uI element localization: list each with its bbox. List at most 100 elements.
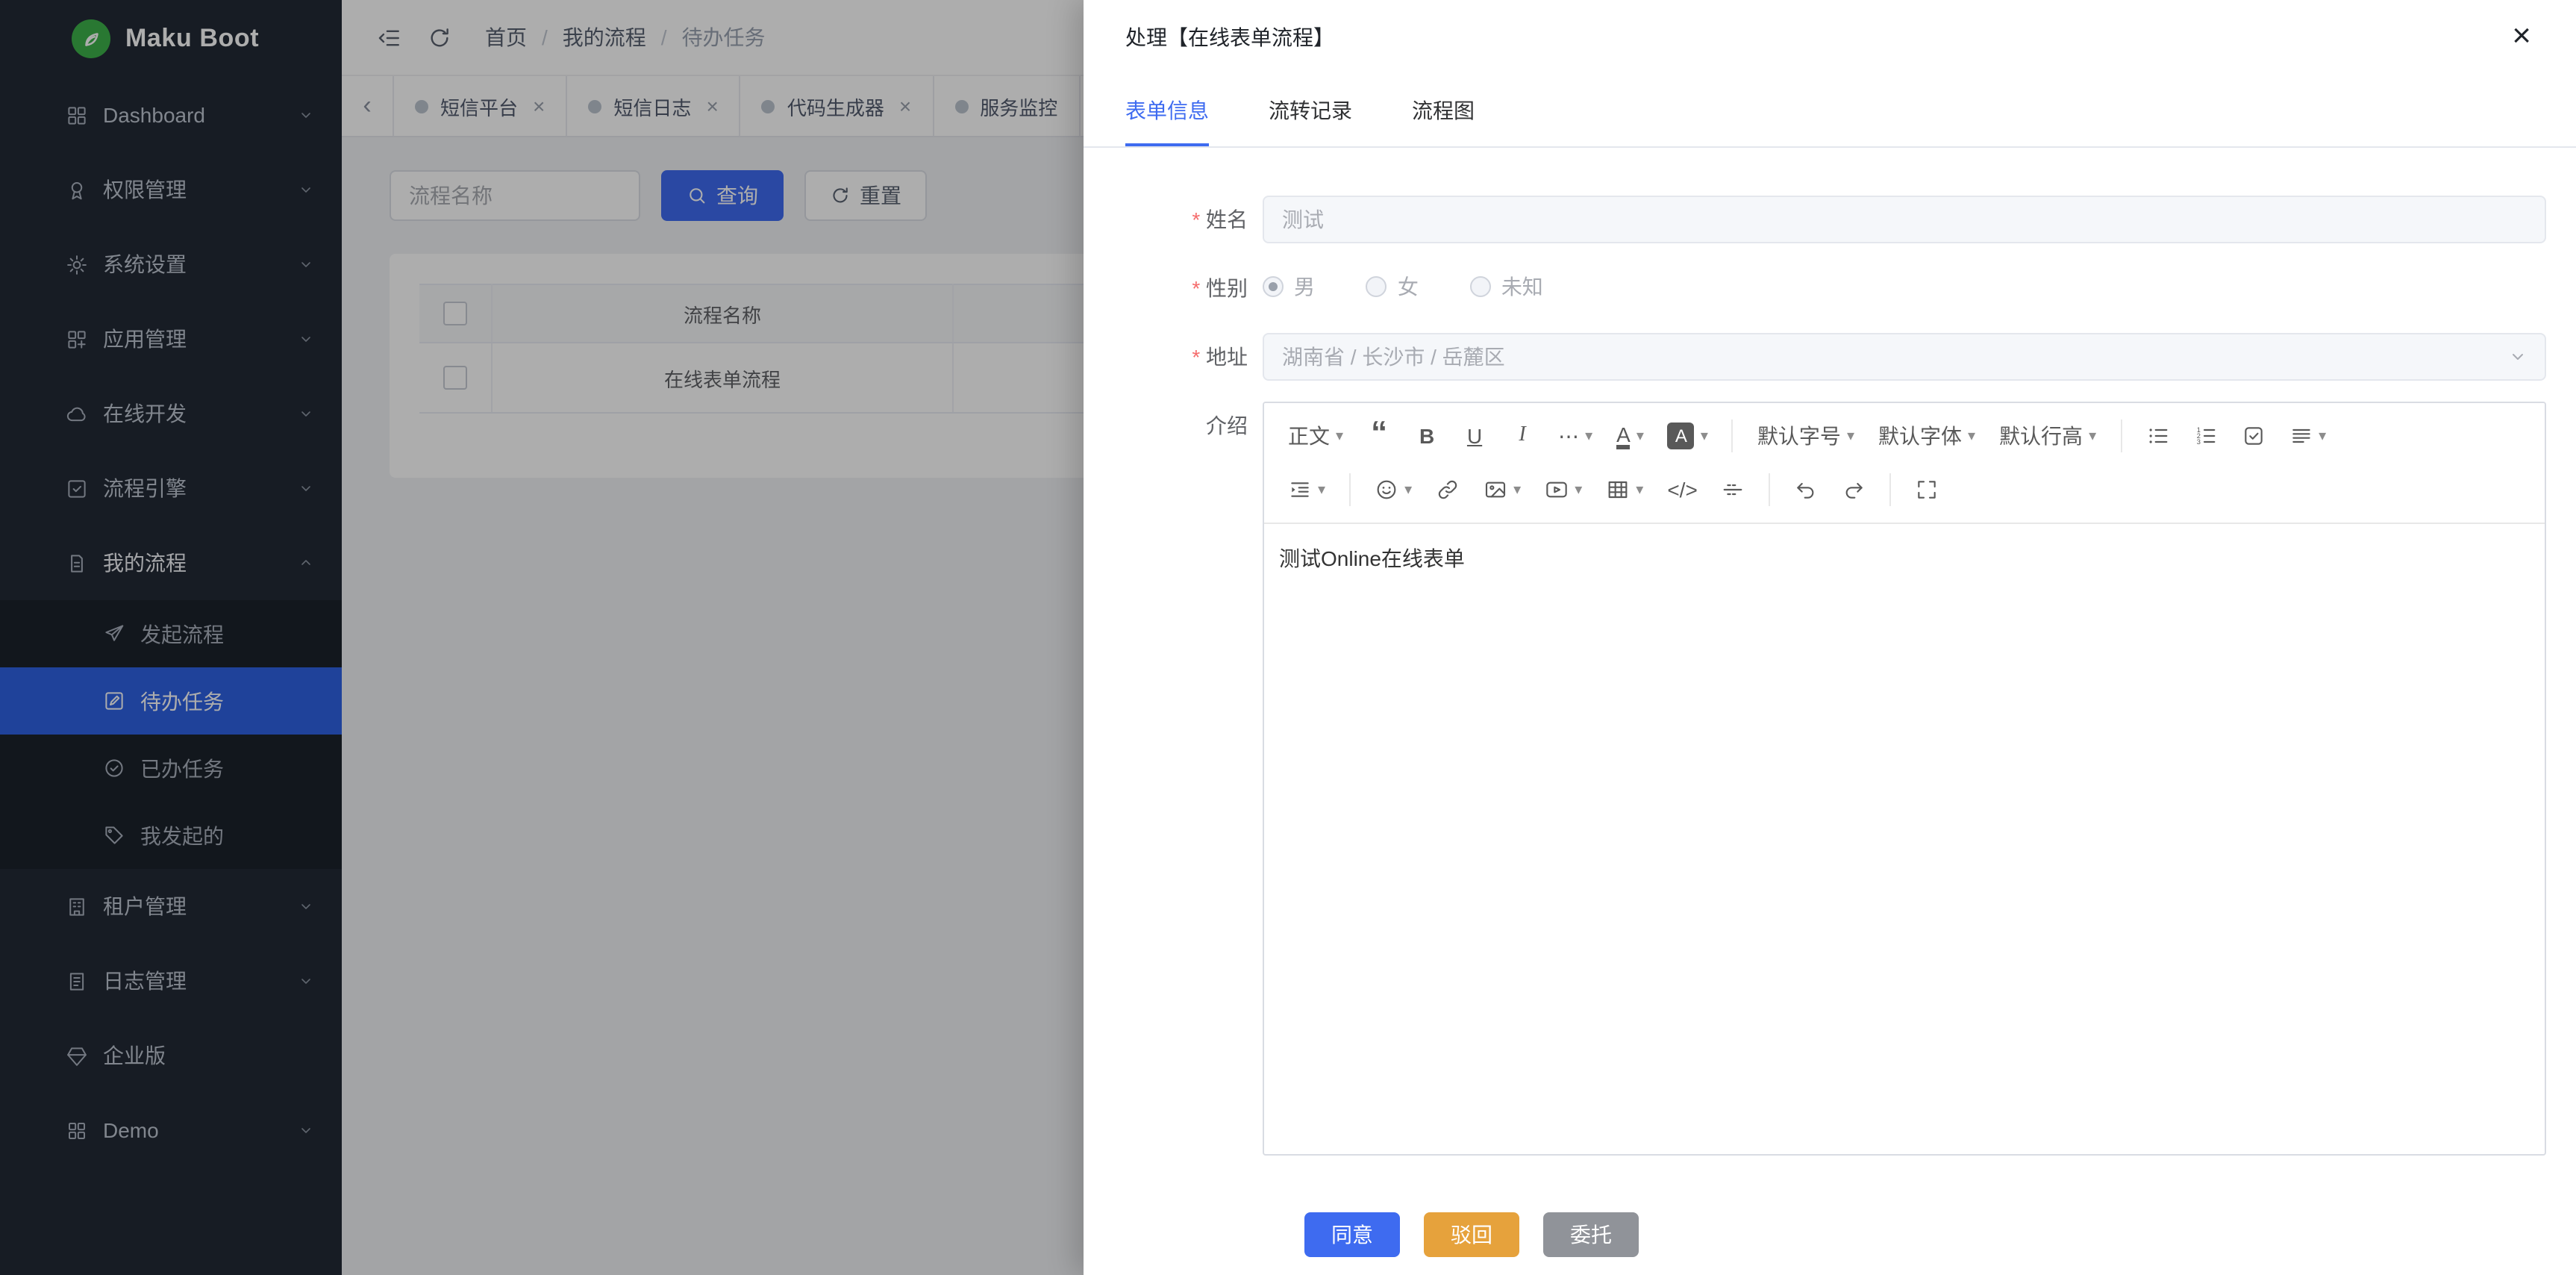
name-field[interactable] [1263, 196, 2546, 243]
bg-color-dropdown[interactable]: A▾ [1659, 412, 1717, 460]
italic-button[interactable]: I [1501, 412, 1543, 460]
process-drawer: 处理【在线表单流程】 × 表单信息 流转记录 流程图 姓名 性别 男 [1084, 0, 2576, 1275]
tab-flow-diagram[interactable]: 流程图 [1412, 84, 1475, 146]
address-value: 湖南省 / 长沙市 / 岳麓区 [1282, 342, 1505, 372]
radio-label: 女 [1398, 272, 1419, 302]
video-dropdown[interactable]: ▾ [1536, 466, 1591, 514]
image-dropdown[interactable]: ▾ [1475, 466, 1530, 514]
agree-button[interactable]: 同意 [1304, 1212, 1400, 1257]
redo-button[interactable] [1833, 466, 1875, 514]
drawer-title: 处理【在线表单流程】 [1125, 22, 1334, 52]
caret-down-icon: ▾ [1968, 428, 1975, 444]
toolbar-divider [1349, 473, 1351, 506]
caret-down-icon: ▾ [1847, 428, 1854, 444]
intro-label: 介绍 [1125, 402, 1263, 449]
bullet-list-icon [2145, 424, 2169, 448]
svg-text:3: 3 [2196, 438, 2200, 446]
fullscreen-icon [1916, 478, 1939, 502]
ordered-list-icon: 123 [2193, 424, 2217, 448]
table-dropdown[interactable]: ▾ [1597, 466, 1652, 514]
blockquote-icon: “ [1371, 425, 1387, 446]
form-row-intro: 介绍 正文▾ “ B U I ⋯▾ A▾ A▾ [1125, 402, 2546, 1156]
caret-down-icon: ▾ [1336, 428, 1343, 444]
editor-content[interactable]: 测试Online在线表单 [1264, 524, 2545, 1154]
tab-flow-records[interactable]: 流转记录 [1269, 84, 1352, 146]
blockquote-button[interactable]: “ [1358, 412, 1400, 460]
align-icon [2289, 424, 2313, 448]
todo-list-icon [2241, 424, 2265, 448]
emoji-icon [1375, 478, 1398, 502]
underline-button[interactable]: U [1454, 412, 1495, 460]
paragraph-style-label: 正文 [1288, 421, 1330, 451]
caret-down-icon: ▾ [2089, 428, 2096, 444]
tab-form-info[interactable]: 表单信息 [1125, 84, 1209, 146]
align-dropdown[interactable]: ▾ [2280, 412, 2335, 460]
bullet-list-button[interactable] [2136, 412, 2178, 460]
radio-male[interactable]: 男 [1263, 272, 1315, 302]
undo-icon [1795, 478, 1819, 502]
drawer-form: 姓名 性别 男 女 未知 [1084, 148, 2576, 1257]
radio-dot-icon [1470, 276, 1491, 297]
radio-label: 未知 [1501, 272, 1543, 302]
gender-radio-group: 男 女 未知 [1263, 272, 1588, 305]
toolbar-divider [1890, 473, 1892, 506]
toolbar-divider [1732, 420, 1734, 452]
caret-down-icon: ▾ [1585, 428, 1592, 444]
horizontal-rule-button[interactable] [1713, 466, 1754, 514]
ordered-list-button[interactable]: 123 [2184, 412, 2226, 460]
bold-button[interactable]: B [1406, 412, 1448, 460]
bg-color-icon: A [1668, 423, 1695, 449]
emoji-dropdown[interactable]: ▾ [1366, 466, 1421, 514]
reject-button[interactable]: 驳回 [1424, 1212, 1519, 1257]
fullscreen-button[interactable] [1907, 466, 1948, 514]
radio-label: 男 [1294, 272, 1315, 302]
caret-down-icon: ▾ [1513, 481, 1521, 498]
drawer-close-button[interactable]: × [2503, 18, 2540, 54]
drawer-tabs: 表单信息 流转记录 流程图 [1084, 84, 2576, 148]
drawer-actions: 同意 驳回 委托 [1125, 1176, 2546, 1257]
app-root: Maku Boot Dashboard 权限管理 系统设置 应用管理 在线开发 [0, 0, 2576, 1275]
caret-down-icon: ▾ [2319, 428, 2326, 444]
toolbar-divider [1769, 473, 1771, 506]
code-icon: </> [1667, 478, 1698, 502]
toolbar-divider [2120, 420, 2122, 452]
line-height-dropdown[interactable]: 默认行高▾ [1990, 412, 2105, 460]
caret-down-icon: ▾ [1575, 481, 1582, 498]
editor-toolbar: 正文▾ “ B U I ⋯▾ A▾ A▾ 默认字号▾ 默认字体▾ 默认行高▾ [1264, 403, 2545, 524]
drawer-header: 处理【在线表单流程】 × [1084, 0, 2576, 75]
form-row-name: 姓名 [1125, 196, 2546, 243]
radio-dot-icon [1366, 276, 1387, 297]
gender-label: 性别 [1125, 264, 1263, 312]
table-icon [1606, 478, 1630, 502]
rich-text-editor: 正文▾ “ B U I ⋯▾ A▾ A▾ 默认字号▾ 默认字体▾ 默认行高▾ [1263, 402, 2546, 1156]
radio-unknown[interactable]: 未知 [1470, 272, 1543, 302]
radio-female[interactable]: 女 [1366, 272, 1419, 302]
video-icon [1545, 478, 1569, 502]
paragraph-style-dropdown[interactable]: 正文 ▾ [1279, 412, 1352, 460]
redo-icon [1842, 478, 1866, 502]
form-row-gender: 性别 男 女 未知 [1125, 264, 2546, 312]
link-button[interactable] [1427, 466, 1469, 514]
caret-down-icon: ▾ [1636, 481, 1643, 498]
address-label: 地址 [1125, 333, 1263, 381]
font-family-dropdown[interactable]: 默认字体▾ [1869, 412, 1984, 460]
code-block-button[interactable]: </> [1658, 466, 1707, 514]
caret-down-icon: ▾ [1701, 428, 1708, 444]
caret-down-icon: ▾ [1636, 428, 1644, 444]
name-label: 姓名 [1125, 196, 1263, 243]
indent-dropdown[interactable]: ▾ [1279, 466, 1334, 514]
address-select[interactable]: 湖南省 / 长沙市 / 岳麓区 [1263, 333, 2546, 381]
more-styles-dropdown[interactable]: ⋯▾ [1549, 412, 1601, 460]
radio-dot-icon [1263, 276, 1284, 297]
font-size-dropdown[interactable]: 默认字号▾ [1748, 412, 1863, 460]
indent-icon [1288, 478, 1312, 502]
link-icon [1436, 478, 1460, 502]
todo-list-button[interactable] [2232, 412, 2274, 460]
form-row-address: 地址 湖南省 / 长沙市 / 岳麓区 [1125, 333, 2546, 381]
delegate-button[interactable]: 委托 [1543, 1212, 1639, 1257]
image-icon [1484, 478, 1507, 502]
caret-down-icon: ▾ [1318, 481, 1325, 498]
undo-button[interactable] [1786, 466, 1828, 514]
font-color-dropdown[interactable]: A▾ [1607, 412, 1653, 460]
chevron-down-icon [2509, 348, 2527, 366]
